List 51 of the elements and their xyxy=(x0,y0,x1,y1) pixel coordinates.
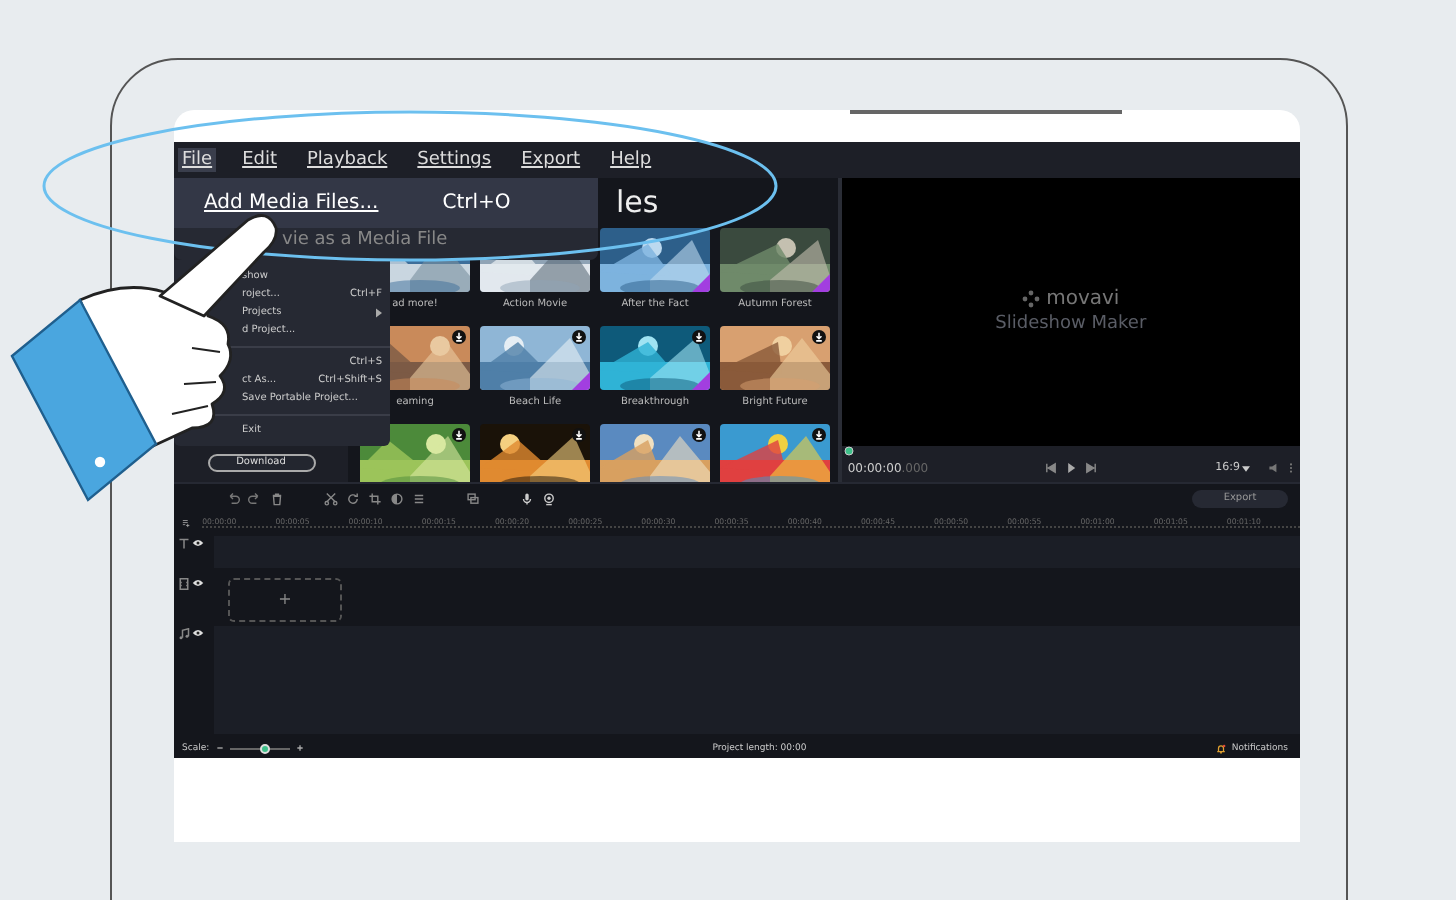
trash-icon[interactable] xyxy=(270,491,284,506)
previous-icon[interactable] xyxy=(1044,462,1059,475)
download-icon[interactable] xyxy=(692,329,706,344)
logo-icon xyxy=(1022,290,1041,309)
menu-item[interactable]: Playback xyxy=(303,147,392,172)
zoom-out-icon[interactable] xyxy=(215,744,224,753)
menu-item-label: Add Media Files... xyxy=(204,191,379,214)
redo-icon[interactable] xyxy=(248,491,262,506)
menu-item[interactable]: Add Media Files... Ctrl+O xyxy=(174,177,598,228)
rotate-icon[interactable] xyxy=(346,491,360,506)
webcam-icon[interactable] xyxy=(542,491,556,506)
crop-icon[interactable] xyxy=(368,491,382,506)
undo-icon[interactable] xyxy=(226,491,240,506)
eye-icon[interactable] xyxy=(192,577,204,588)
menu-item[interactable]: Edit xyxy=(238,147,281,172)
scissors-icon[interactable] xyxy=(324,491,338,506)
pointing-finger-drawing xyxy=(158,214,278,318)
download-icon[interactable] xyxy=(572,329,586,344)
menu-item[interactable]: Export xyxy=(517,147,585,172)
caret-icon[interactable] xyxy=(1242,465,1251,472)
download-icon[interactable] xyxy=(452,427,466,442)
bell-icon[interactable] xyxy=(1215,743,1226,754)
zoom-in-icon[interactable] xyxy=(295,744,304,753)
overlay-icon[interactable] xyxy=(466,491,480,506)
list-icon[interactable] xyxy=(412,491,426,506)
slider-thumb[interactable] xyxy=(260,743,271,754)
menu-item[interactable]: File xyxy=(178,147,217,172)
panel-title: les xyxy=(616,183,659,224)
film-icon xyxy=(178,577,190,590)
microphone-icon[interactable] xyxy=(520,491,534,506)
eye-icon[interactable] xyxy=(192,628,204,639)
product-title: Slideshow Maker xyxy=(995,314,1147,335)
color-adjust-icon[interactable] xyxy=(390,491,404,506)
download-icon[interactable] xyxy=(572,427,586,442)
download-icon[interactable] xyxy=(692,427,706,442)
download-icon[interactable] xyxy=(452,329,466,344)
text-track-icon xyxy=(178,537,190,550)
eye-icon[interactable] xyxy=(192,537,204,548)
menu-item[interactable]: Help xyxy=(606,147,656,172)
add-track-icon[interactable] xyxy=(182,515,191,530)
download-icon[interactable] xyxy=(812,329,826,344)
menu-item[interactable]: Settings xyxy=(413,147,496,172)
shortcut-label: Ctrl+O xyxy=(442,191,511,214)
logo-text: movavi xyxy=(1046,288,1120,311)
next-icon[interactable] xyxy=(1084,462,1099,475)
playhead-handle[interactable] xyxy=(843,445,854,456)
play-icon[interactable] xyxy=(1064,462,1079,475)
menu-item[interactable]: vie as a Media File xyxy=(174,227,598,260)
music-note-icon xyxy=(178,628,190,641)
download-icon[interactable] xyxy=(812,427,826,442)
add-media-slot[interactable]: + xyxy=(228,577,342,622)
